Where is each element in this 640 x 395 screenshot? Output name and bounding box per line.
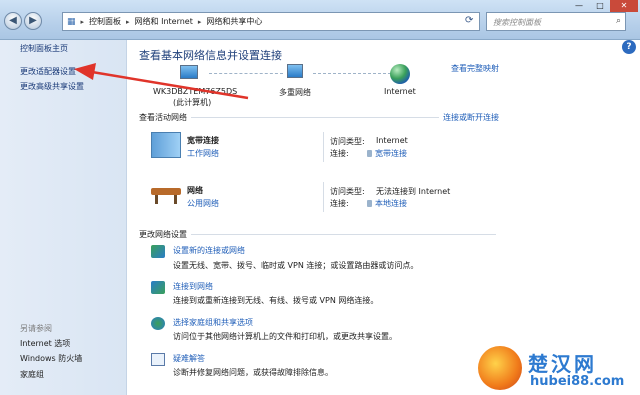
watermark-emblem bbox=[478, 346, 522, 390]
watermark-title: 楚汉网 bbox=[528, 352, 597, 376]
watermark-site: hubei88.com bbox=[530, 374, 625, 389]
watermark-logo: 楚汉网 hubei88.com bbox=[478, 346, 638, 394]
annotation-arrow bbox=[74, 63, 249, 100]
